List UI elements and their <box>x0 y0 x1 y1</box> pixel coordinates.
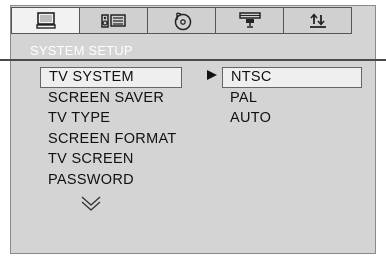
option-auto[interactable]: AUTO <box>222 108 362 129</box>
monitor-icon <box>35 11 56 29</box>
menu-item-tv-type[interactable]: TV TYPE <box>40 108 182 129</box>
tab-video[interactable] <box>216 8 284 33</box>
option-ntsc[interactable]: NTSC <box>222 67 362 88</box>
menu-item-tv-system[interactable]: TV SYSTEM <box>40 67 182 88</box>
setup-tab-bar <box>11 7 352 34</box>
menu-item-screen-format[interactable]: SCREEN FORMAT <box>40 129 182 150</box>
option-pal[interactable]: PAL <box>222 88 362 109</box>
right-triangle-icon <box>206 69 218 84</box>
menu-item-password[interactable]: PASSWORD <box>40 170 182 191</box>
projector-icon <box>238 11 261 28</box>
disc-icon <box>174 11 191 30</box>
tab-system[interactable] <box>12 8 80 33</box>
tab-disc[interactable] <box>148 8 216 33</box>
title-divider <box>0 59 386 61</box>
speaker-screen-icon <box>100 13 126 28</box>
page-title: SYSTEM SETUP <box>30 43 133 58</box>
chevron-down-icon[interactable] <box>80 193 102 215</box>
tv-system-options: NTSC PAL AUTO <box>222 67 362 129</box>
tab-exit[interactable] <box>284 8 351 33</box>
menu-item-tv-screen[interactable]: TV SCREEN <box>40 149 182 170</box>
setup-menu: TV SYSTEM SCREEN SAVER TV TYPE SCREEN FO… <box>40 67 182 190</box>
menu-item-screen-saver[interactable]: SCREEN SAVER <box>40 88 182 109</box>
sort-arrows-icon <box>309 12 326 28</box>
tab-audio-video[interactable] <box>80 8 148 33</box>
